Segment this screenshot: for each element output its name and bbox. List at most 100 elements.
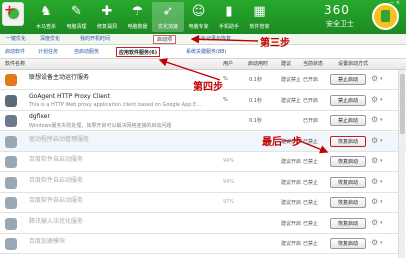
chevron-down-icon[interactable]: ▾ xyxy=(380,179,383,185)
service-icon xyxy=(5,156,17,168)
suggestion-text: 建议禁止 xyxy=(281,97,302,104)
status-text: 已禁止 xyxy=(303,138,319,145)
user-percent: % xyxy=(223,76,228,82)
chevron-down-icon[interactable]: ▾ xyxy=(380,117,383,123)
trojan-scan-icon: ♞ xyxy=(40,4,52,19)
shield-icon xyxy=(372,3,399,30)
scrollbar-thumb[interactable] xyxy=(400,74,405,134)
annotation-last-step: 最后一步 xyxy=(262,137,302,148)
gear-icon[interactable]: ⚙ xyxy=(371,74,378,83)
table-row[interactable]: 百度加速模块 建议开启 已禁止 恢复启动 ⚙ ▾ xyxy=(0,234,406,254)
restore-startup-button[interactable]: 恢复启动 xyxy=(330,197,366,208)
suggestion-text: 建议开启 xyxy=(281,241,302,247)
subtab-startup-items[interactable]: 启动项 xyxy=(153,35,177,44)
category-scheduled-tasks[interactable]: 计划任务 xyxy=(38,47,58,57)
tab-rescue[interactable]: ☂ 电脑救援 xyxy=(122,2,154,32)
service-name: 驱动程序启动管理服务 xyxy=(29,135,90,143)
status-text: 已禁止 xyxy=(303,200,319,206)
table-row[interactable]: 驱动程序启动管理服务 建议开启 已禁止 恢复启动 ⚙ ▾ xyxy=(0,131,406,152)
chevron-down-icon[interactable]: ▾ xyxy=(380,158,383,164)
subtab-boot-time[interactable]: 我的开机时间 xyxy=(80,35,110,44)
restore-startup-button[interactable]: 恢复启动 xyxy=(330,176,366,188)
user-percent: 94% xyxy=(223,178,235,185)
tab-label: 优化加速 xyxy=(157,24,178,30)
restore-startup-button[interactable]: 恢复启动 xyxy=(330,238,366,249)
restore-startup-button[interactable]: 恢复启动 xyxy=(330,217,366,229)
status-text: 已禁止 xyxy=(303,179,319,186)
service-name: 百度软件自启动服务 xyxy=(29,197,84,204)
service-name: 腾讯输入法优化服务 xyxy=(29,217,84,225)
gear-icon[interactable]: ⚙ xyxy=(371,95,378,104)
disable-startup-button[interactable]: 禁止启动 xyxy=(330,115,366,126)
chevron-down-icon[interactable]: ▾ xyxy=(380,97,383,103)
subtab-history[interactable]: 优化记录与恢复 xyxy=(196,35,231,44)
category-app-services[interactable]: 应用软件服务(6) xyxy=(116,47,161,57)
gear-icon[interactable]: ⚙ xyxy=(371,156,378,165)
gear-icon[interactable]: ⚙ xyxy=(371,115,378,124)
gear-icon[interactable]: ⚙ xyxy=(371,218,378,227)
gear-icon[interactable]: ⚙ xyxy=(371,177,378,186)
top-banner: + ♞ 木马查杀 ✎ 电脑清理 ✚ 修复漏洞 ☂ 电脑救援 ➶ 优化加速 ☺ 电脑专家 ▮ 手机助手 ▦ 软件… xyxy=(0,0,406,34)
window-controls[interactable]: — × xyxy=(389,0,400,6)
service-icon xyxy=(5,74,17,86)
restore-startup-button[interactable]: 恢复启动 xyxy=(330,156,366,167)
suggestion-text: 建议禁止 xyxy=(281,77,302,83)
service-icon xyxy=(5,94,17,107)
suggestion-text: 建议开启 xyxy=(281,179,302,186)
column-boot-time[interactable]: 启动用时 xyxy=(248,60,268,69)
column-users[interactable]: 用户 xyxy=(223,60,233,69)
user-percent: % xyxy=(223,96,228,103)
chevron-down-icon[interactable]: ▾ xyxy=(380,240,383,246)
tab-broom[interactable]: ✎ 电脑清理 xyxy=(61,2,93,32)
column-name[interactable]: 软件名称 xyxy=(5,60,25,69)
tab-trojan-scan[interactable]: ♞ 木马查杀 xyxy=(30,2,62,32)
annotation-step-three: 第三步 xyxy=(260,38,290,49)
rescue-icon: ☂ xyxy=(131,4,144,19)
table-row[interactable]: 百度软件自启动服务 94% 建议开启 已禁止 恢复启动 ⚙ ▾ xyxy=(0,173,406,193)
chevron-down-icon[interactable]: ▾ xyxy=(380,199,383,205)
table-row[interactable]: dgfixer Windows服务失败处理，如果开启可以解决网络连接的启动问题 0.… xyxy=(0,111,406,131)
subtab-one-click[interactable]: 一键优化 xyxy=(6,35,26,44)
scrollbar[interactable] xyxy=(398,70,405,258)
status-text: 已禁止 xyxy=(303,241,319,247)
tab-expert[interactable]: ☺ 电脑专家 xyxy=(183,2,215,32)
chevron-down-icon[interactable]: ▾ xyxy=(380,76,383,82)
category-startup-software[interactable]: 启动软件 xyxy=(5,47,25,57)
status-text: 已开启 xyxy=(303,118,319,124)
column-status[interactable]: 当前状态 xyxy=(303,60,323,69)
category-bar: 启动软件 计划任务 自启动服务 应用软件服务(6) 系统关键服务(88) xyxy=(0,45,406,59)
table-row[interactable]: 百度软件自启动服务 94% 建议开启 已禁止 恢复启动 ⚙ ▾ xyxy=(0,152,406,172)
service-icon xyxy=(5,115,17,127)
tab-rocket[interactable]: ➶ 优化加速 xyxy=(152,2,184,32)
tab-phone[interactable]: ▮ 手机助手 xyxy=(213,2,245,32)
column-action[interactable]: 设置启动方式 xyxy=(338,60,368,69)
table-row[interactable]: 腾讯输入法优化服务 建议开启 已禁止 恢复启动 ⚙ ▾ xyxy=(0,214,406,234)
service-name: 百度加速模块 xyxy=(29,238,66,245)
disable-startup-button[interactable]: 禁止启动 xyxy=(330,74,366,85)
tab-software[interactable]: ▦ 软件管家 xyxy=(244,2,276,32)
gear-icon[interactable]: ⚙ xyxy=(371,238,378,247)
disable-startup-button[interactable]: 禁止启动 xyxy=(330,94,366,106)
service-description: Windows服务失败处理，如果开启可以解决网络连接的启动问题 xyxy=(29,123,172,129)
subtab-deep-optimize[interactable]: 深度优化 xyxy=(40,35,60,44)
chevron-down-icon[interactable]: ▾ xyxy=(380,220,383,226)
table-row[interactable]: 百度软件自启动服务 97% 建议开启 已禁止 恢复启动 ⚙ ▾ xyxy=(0,193,406,213)
gear-icon[interactable]: ⚙ xyxy=(371,136,378,145)
chevron-down-icon[interactable]: ▾ xyxy=(380,138,383,144)
category-auto-services[interactable]: 自启动服务 xyxy=(74,47,99,57)
service-icon xyxy=(5,135,17,148)
phone-icon: ▮ xyxy=(225,4,233,19)
user-percent: 97% xyxy=(223,199,235,205)
service-description: This is a HTTP Web proxy application cli… xyxy=(29,101,201,108)
column-suggestion[interactable]: 建议 xyxy=(281,60,291,69)
table-row[interactable]: GoAgent HTTP Proxy Client This is a HTTP … xyxy=(0,91,406,111)
tab-label: 手机助手 xyxy=(218,24,239,30)
repair-icon: ✚ xyxy=(101,4,113,19)
restore-startup-button[interactable]: 恢复启动 xyxy=(330,135,366,147)
gear-icon[interactable]: ⚙ xyxy=(371,197,378,206)
tab-label: 软件管家 xyxy=(249,24,270,30)
tab-repair[interactable]: ✚ 修复漏洞 xyxy=(91,2,123,32)
category-system-services[interactable]: 系统关键服务(88) xyxy=(186,47,226,57)
tab-label: 电脑专家 xyxy=(188,24,209,30)
tab-label: 电脑救援 xyxy=(127,24,148,30)
